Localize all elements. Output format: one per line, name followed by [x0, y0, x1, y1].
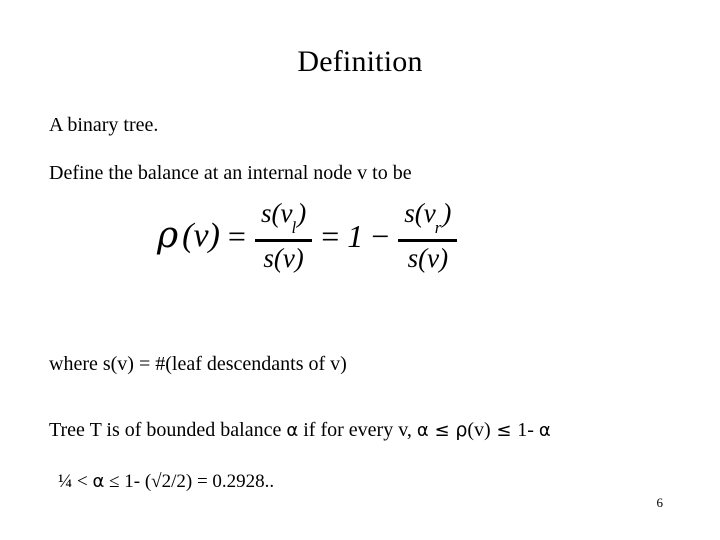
- equation-minus-sign: −: [371, 217, 390, 254]
- equation-rho-symbol: ρ: [157, 214, 179, 256]
- range-suffix: ≤ 1- (√2/2) = 0.2928..: [104, 471, 275, 492]
- balance-equation: ρ (v) = s(vl) s(v) = 1 − s(vr) s(v): [155, 198, 460, 273]
- page-title: Definition: [297, 45, 423, 78]
- equation-constant-one: 1: [347, 217, 364, 254]
- bounded-suffix: 1-: [517, 419, 539, 441]
- slide: Definition A binary tree. Define the bal…: [0, 0, 720, 540]
- equation-rho-argument: (v): [182, 216, 220, 254]
- text-line-where-definition: where s(v) = #(leaf descendants of v): [49, 353, 347, 375]
- range-prefix: ¼ <: [58, 471, 93, 492]
- bounded-middle: if for every v,: [298, 419, 417, 441]
- text-line-define-balance: Define the balance at an internal node v…: [49, 162, 412, 184]
- text-line-bounded-balance: Tree T is of bounded balance α if for ev…: [49, 417, 551, 444]
- fraction-left-numerator-subscript: l: [291, 218, 297, 238]
- fraction-right-numerator: s(vr): [398, 198, 457, 238]
- equation-equals-second: =: [321, 217, 340, 254]
- less-equal-first: ≤: [428, 420, 456, 441]
- page-number: 6: [656, 495, 664, 510]
- fraction-right-numerator-close: ): [442, 198, 452, 228]
- text-line-binary-tree: A binary tree.: [49, 114, 159, 136]
- equation-equals-first: =: [227, 217, 246, 254]
- fraction-right-bar: [398, 239, 458, 243]
- fraction-right-child: s(vr) s(v): [398, 198, 458, 274]
- fraction-left-numerator: s(vl): [255, 198, 312, 238]
- alpha-symbol-second: α: [416, 420, 429, 441]
- fraction-left-child: s(vl) s(v): [254, 198, 313, 274]
- less-equal-second: ≤: [490, 420, 518, 441]
- text-line-alpha-range: ¼ < α ≤ 1- (√2/2) = 0.2928..: [58, 469, 274, 495]
- alpha-symbol-range: α: [92, 471, 105, 492]
- fraction-left-numerator-base: s(v: [260, 198, 293, 228]
- alpha-symbol-first: α: [286, 420, 299, 441]
- fraction-right-numerator-subscript: r: [434, 218, 442, 238]
- fraction-right-numerator-base: s(v: [404, 198, 436, 228]
- fraction-left-denominator: s(v): [263, 243, 304, 274]
- alpha-symbol-third: α: [538, 420, 551, 441]
- rho-argument-inline: (v): [467, 419, 491, 441]
- fraction-left-bar: [254, 239, 313, 243]
- bounded-prefix: Tree T is of bounded balance: [49, 419, 287, 441]
- fraction-right-denominator: s(v): [407, 243, 449, 274]
- rho-symbol-inline: ρ: [455, 419, 468, 441]
- fraction-left-numerator-close: ): [297, 198, 307, 228]
